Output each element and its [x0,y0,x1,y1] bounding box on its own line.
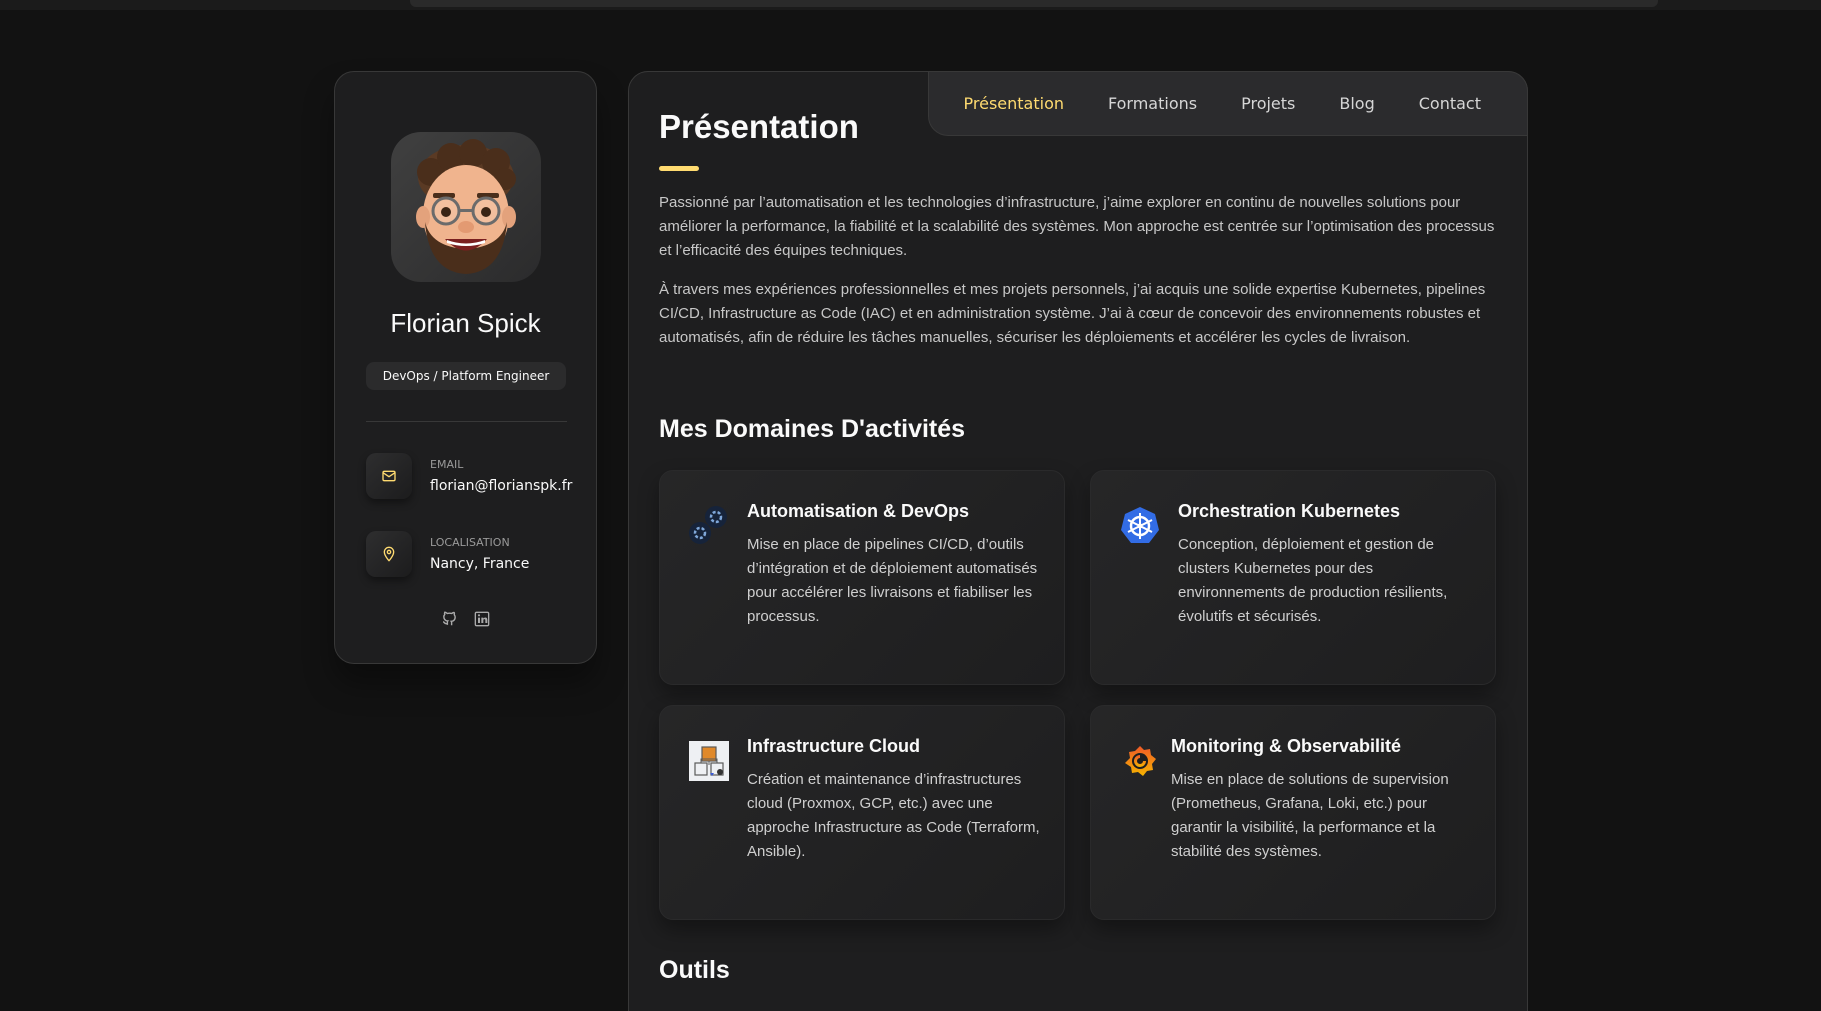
service-text: Mise en place de solutions de supervisio… [1171,771,1449,860]
avatar [391,132,541,282]
service-text: Conception, déploiement et gestion de cl… [1178,536,1448,625]
address-bar[interactable] [410,0,1658,7]
avatar-memoji-icon [416,139,516,274]
contact-label: EMAIL [430,458,464,471]
page-title: Présentation [659,108,859,145]
main-content: Présentation Formations Projets Blog Con… [628,71,1528,1011]
service-card-kubernetes: Orchestration Kubernetes Conception, dép… [1090,470,1496,685]
linkedin-icon[interactable] [474,610,491,627]
social-links [335,610,596,627]
github-icon[interactable] [441,610,458,627]
title-underline [659,166,699,171]
cloud-infrastructure-icon [688,740,730,782]
nav-blog[interactable]: Blog [1339,94,1374,113]
services-title: Mes Domaines D'activités [659,415,966,443]
location-pin-icon [366,531,412,577]
contact-location: LOCALISATION Nancy, France [366,531,586,579]
grafana-icon [1119,740,1161,782]
intro-paragraph-1: Passionné par l’automatisation et les te… [659,194,1495,259]
service-title: Orchestration Kubernetes [1178,501,1401,521]
kubernetes-icon [1119,505,1161,547]
location-value: Nancy, France [430,556,530,572]
intro-paragraph-2: À travers mes expériences professionnell… [659,281,1486,346]
email-link[interactable]: florian@florianspk.fr [430,478,572,494]
contact-email: EMAIL florian@florianspk.fr [366,453,586,501]
service-card-monitoring: Monitoring & Observabilité Mise en place… [1090,705,1496,920]
service-title: Monitoring & Observabilité [1171,736,1402,756]
profile-sidebar: Florian Spick DevOps / Platform Engineer… [334,71,597,664]
gears-icon [688,505,730,547]
mail-icon [366,453,412,499]
service-card-cloud: Infrastructure Cloud Création et mainten… [659,705,1065,920]
tools-title: Outils [659,956,730,984]
browser-top-bar [0,0,1821,10]
profile-name: Florian Spick [390,308,541,338]
service-title: Infrastructure Cloud [747,736,921,756]
nav-contact[interactable]: Contact [1419,94,1481,113]
service-text: Mise en place de pipelines CI/CD, d’outi… [747,536,1038,625]
role-badge: DevOps / Platform Engineer [366,362,566,390]
nav-projets[interactable]: Projets [1241,94,1295,113]
nav-presentation[interactable]: Présentation [964,94,1064,113]
service-text: Création et maintenance d’infrastructure… [747,771,1040,860]
navbar: Présentation Formations Projets Blog Con… [928,71,1528,136]
divider [366,421,567,422]
contact-label: LOCALISATION [430,536,510,549]
service-title: Automatisation & DevOps [747,501,970,521]
nav-formations[interactable]: Formations [1108,94,1197,113]
service-card-automation: Automatisation & DevOps Mise en place de… [659,470,1065,685]
